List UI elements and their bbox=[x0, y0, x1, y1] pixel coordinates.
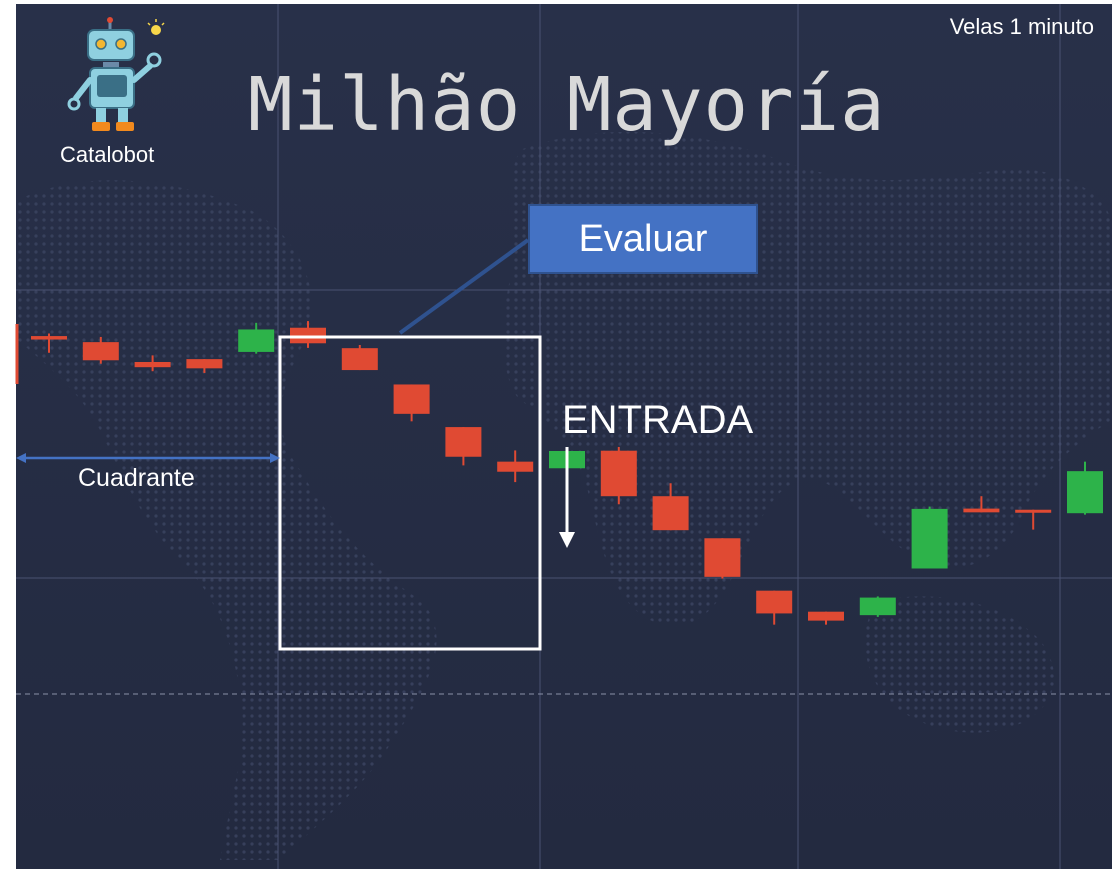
candle bbox=[341, 345, 378, 371]
candle-body-bearish bbox=[341, 348, 378, 371]
candle-body-bearish bbox=[497, 461, 534, 472]
candle-body-bearish bbox=[756, 590, 793, 614]
candle bbox=[859, 596, 896, 617]
candle-body-bullish bbox=[911, 508, 948, 569]
candle-body-bearish bbox=[600, 450, 637, 497]
candle-body-bearish bbox=[963, 508, 1000, 513]
candle bbox=[911, 506, 948, 569]
candle-body-bearish bbox=[652, 496, 689, 531]
candle-body-bearish bbox=[445, 427, 482, 457]
candle-body-bearish bbox=[704, 538, 741, 577]
candle bbox=[704, 538, 741, 579]
candle-body-bearish bbox=[31, 336, 67, 340]
brand-label: Catalobot bbox=[60, 142, 155, 167]
chart-title: Milhão Mayoría bbox=[248, 62, 886, 148]
candle-body-bearish bbox=[1015, 509, 1052, 513]
candle-body-bullish bbox=[238, 329, 275, 352]
candle bbox=[600, 446, 637, 505]
candle-body-bearish bbox=[808, 611, 844, 621]
candle-body-bearish bbox=[186, 359, 223, 369]
candle-body-bullish bbox=[859, 597, 896, 616]
candle-body-bearish bbox=[393, 384, 430, 414]
evaluate-callout: Evaluar bbox=[528, 204, 758, 274]
chart-subtitle: Velas 1 minuto bbox=[949, 14, 1094, 39]
chart-canvas: Milhão Mayoría Velas 1 minuto Catalobot … bbox=[0, 0, 1116, 869]
quadrant-label: Cuadrante bbox=[78, 464, 195, 492]
candle-body-bearish bbox=[82, 342, 119, 361]
candle-body-bearish bbox=[134, 362, 171, 368]
candle-body-bullish bbox=[1067, 471, 1103, 514]
entry-label: ENTRADA bbox=[562, 398, 754, 442]
